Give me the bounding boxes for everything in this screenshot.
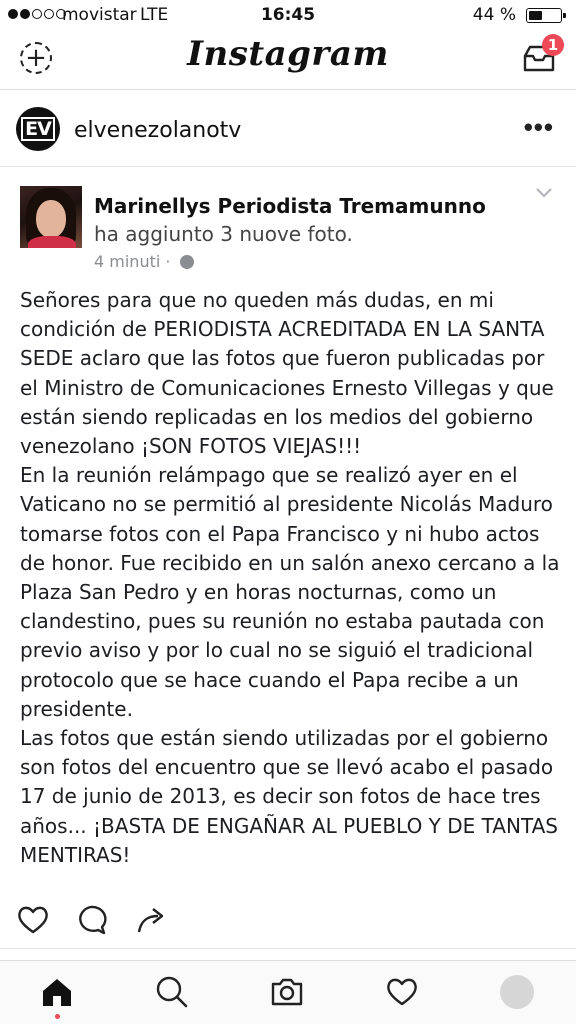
author-photo xyxy=(20,186,82,248)
fb-post-meta: 4 minuti · xyxy=(94,252,194,271)
search-icon[interactable] xyxy=(155,975,189,1009)
post-image[interactable]: Marinellys Periodista Tremamunno ha aggi… xyxy=(0,168,576,893)
more-horizontal-icon[interactable]: ••• xyxy=(524,114,554,140)
heart-icon[interactable] xyxy=(16,903,50,937)
tab-bar xyxy=(0,960,576,1024)
comment-icon[interactable] xyxy=(74,903,108,937)
post-header: EV elvenezolanotv ••• xyxy=(0,91,576,167)
battery-icon xyxy=(526,8,566,23)
post-actions xyxy=(0,893,576,949)
globe-icon xyxy=(179,255,194,269)
home-icon[interactable] xyxy=(40,975,74,1009)
fb-meta-separator: · xyxy=(165,252,171,271)
app-logo: Instagram xyxy=(187,34,389,74)
username-link[interactable]: elvenezolanotv xyxy=(74,118,241,143)
fb-author-name: Marinellys Periodista Tremamunno xyxy=(94,194,486,218)
fb-paragraph: Las fotos que están siendo utilizadas po… xyxy=(20,726,558,867)
app-header: + Instagram 1 xyxy=(0,30,576,90)
avatar[interactable]: EV xyxy=(16,107,60,151)
share-icon[interactable] xyxy=(134,903,168,937)
fb-author-line: Marinellys Periodista Tremamunno ha aggi… xyxy=(94,192,514,248)
chevron-down-icon xyxy=(536,188,552,198)
notification-badge: 1 xyxy=(542,34,564,56)
fb-action-text: ha aggiunto 3 nuove foto. xyxy=(94,222,353,246)
status-bar: movistar LTE 16:45 44 % xyxy=(0,0,576,30)
camera-icon[interactable] xyxy=(270,975,304,1009)
fb-post-time: 4 minuti xyxy=(94,252,161,271)
battery-percent: 44 % xyxy=(472,5,516,25)
fb-paragraph: En la reunión relámpago que se realizó a… xyxy=(20,463,560,721)
profile-icon[interactable] xyxy=(500,975,534,1009)
active-tab-indicator xyxy=(55,1014,60,1019)
avatar-logo-text: EV xyxy=(21,117,55,141)
fb-paragraph: Señores para que no queden más dudas, en… xyxy=(20,288,554,459)
fb-post-body: Señores para que no queden más dudas, en… xyxy=(20,286,560,870)
activity-heart-icon[interactable] xyxy=(385,975,419,1009)
